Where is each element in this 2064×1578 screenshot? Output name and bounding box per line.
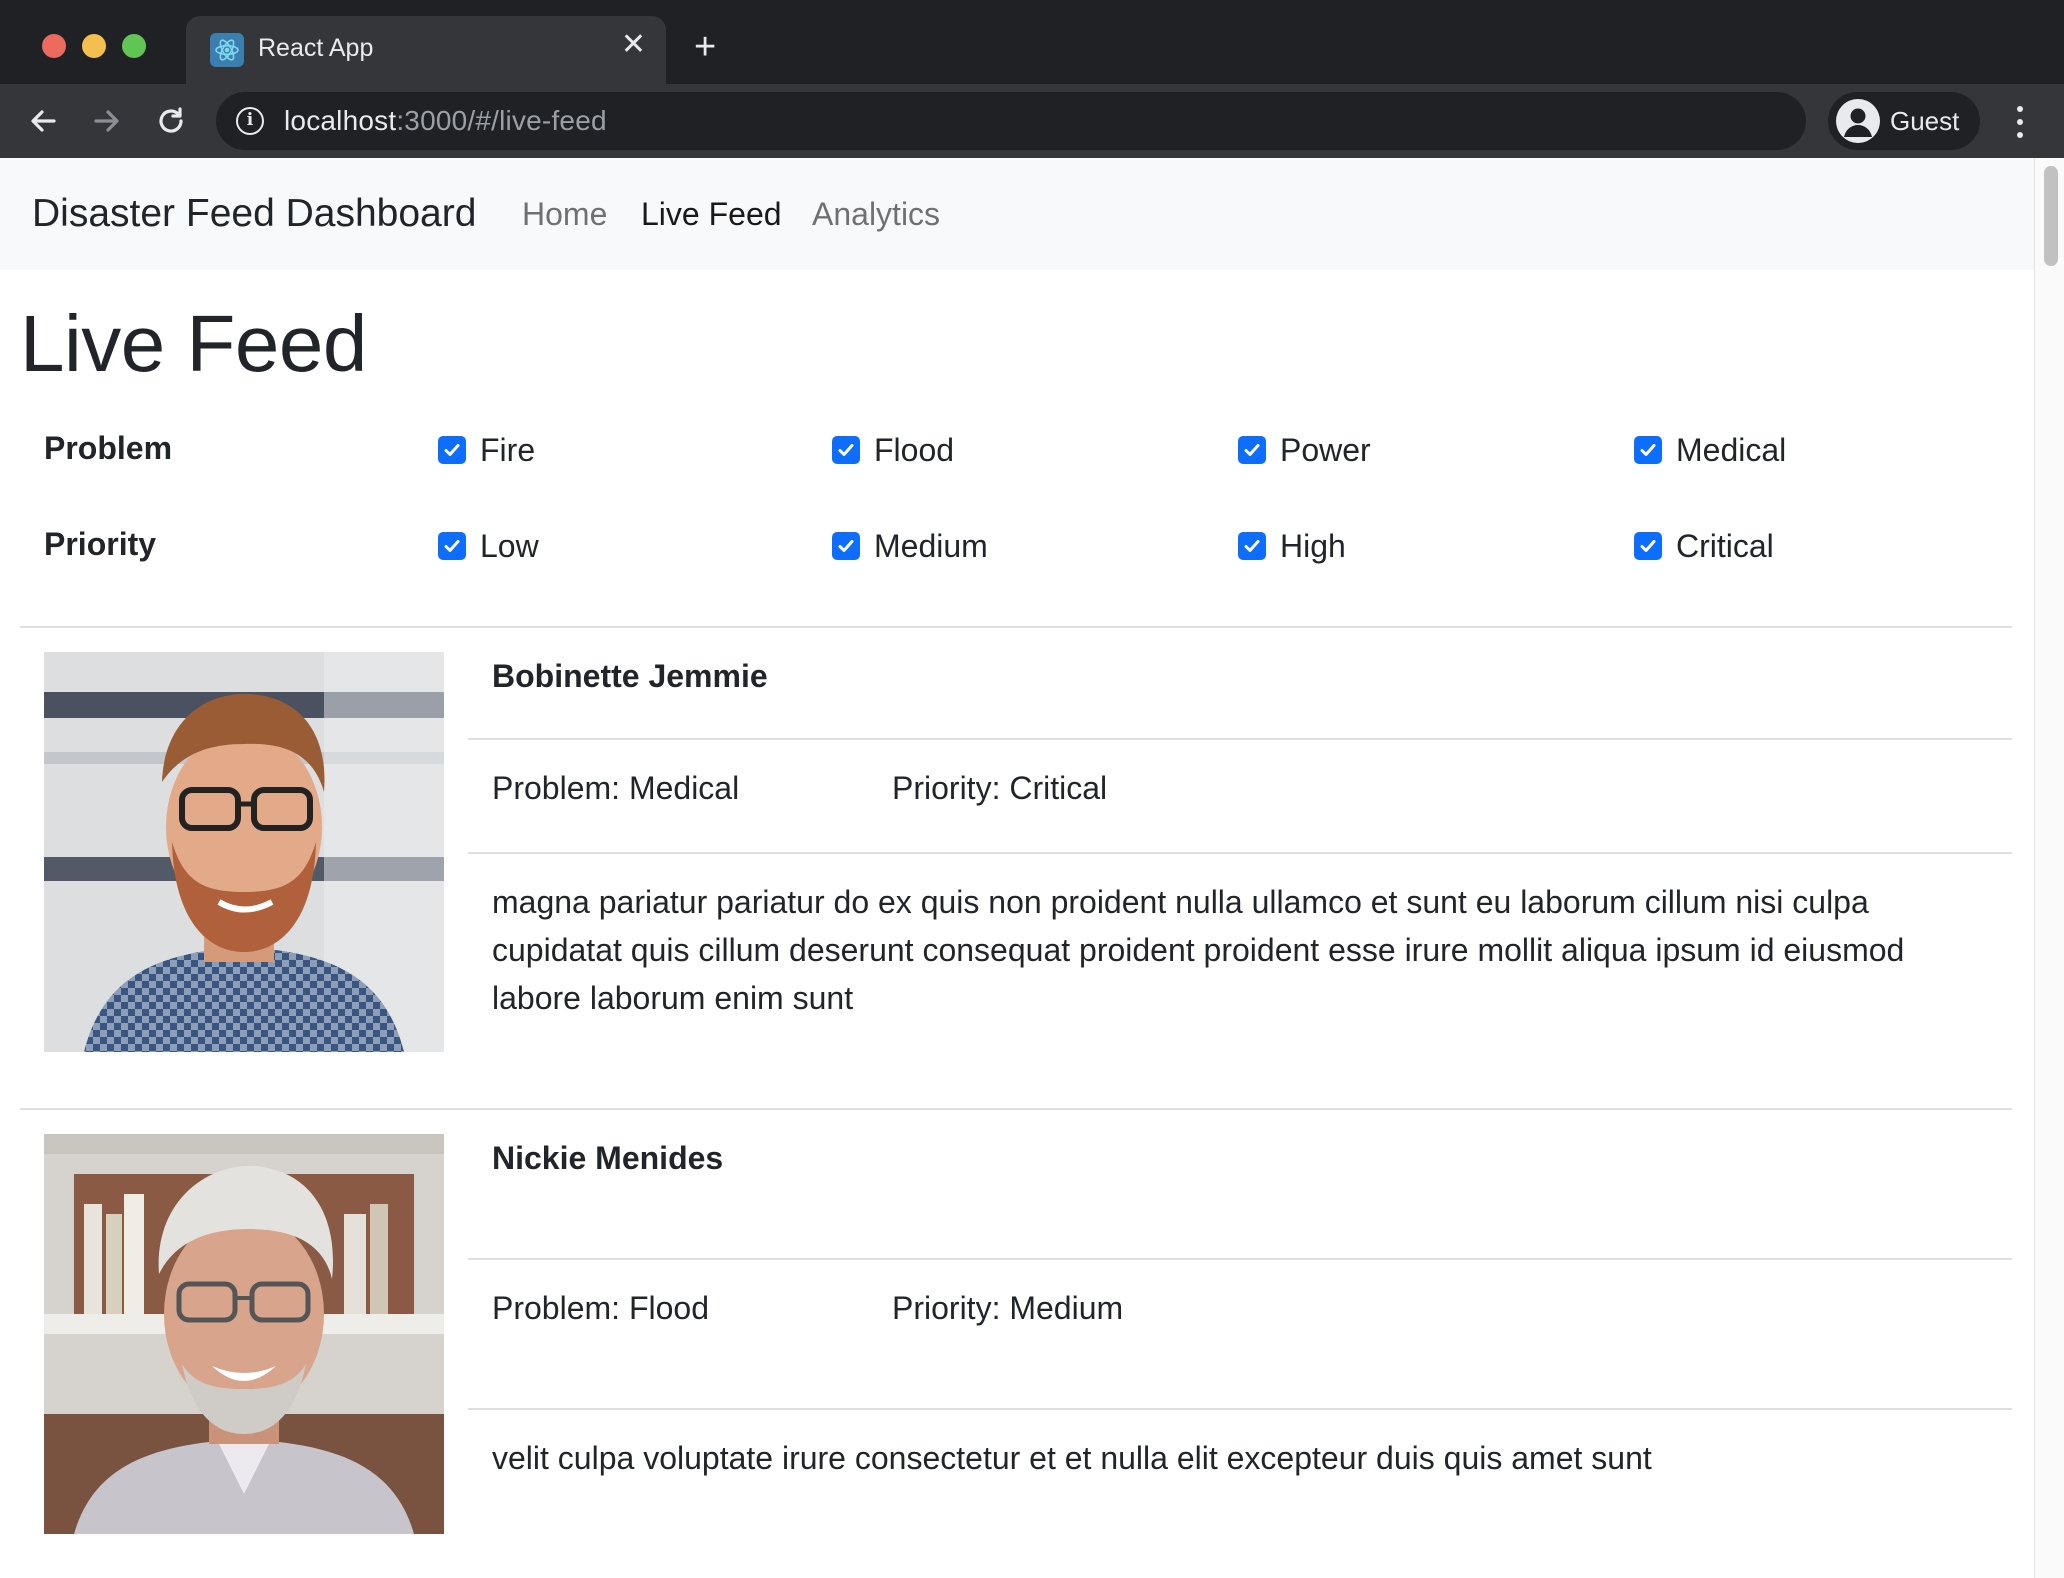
filter-option-label: Low	[480, 527, 539, 564]
filter-critical[interactable]: Critical	[1634, 526, 1774, 566]
browser-tab[interactable]: React App ✕	[186, 16, 666, 84]
scrollbar-thumb[interactable]	[2044, 166, 2058, 266]
filter-flood[interactable]: Flood	[832, 430, 954, 470]
browser-chrome: React App ✕ + i localhost:3000/#/live-fe…	[0, 0, 2064, 158]
filter-low[interactable]: Low	[438, 526, 539, 566]
divider	[20, 1108, 2012, 1110]
filter-option-label: High	[1280, 527, 1346, 564]
filter-option-label: Flood	[874, 431, 955, 468]
filter-fire[interactable]: Fire	[438, 430, 535, 470]
checkbox-checked-icon[interactable]	[1238, 532, 1266, 560]
report-description: velit culpa voluptate irure consectetur …	[492, 1440, 1652, 1476]
page-scrollbar[interactable]	[2034, 158, 2064, 1578]
problem-filter-label: Problem	[44, 430, 173, 466]
divider	[468, 738, 2012, 740]
reload-icon[interactable]	[150, 100, 192, 142]
filter-power[interactable]: Power	[1238, 430, 1371, 470]
nav-link-live-feed[interactable]: Live Feed	[641, 196, 782, 233]
filter-option-label: Critical	[1676, 527, 1774, 564]
checkbox-checked-icon[interactable]	[832, 532, 860, 560]
close-tab-icon[interactable]: ✕	[621, 30, 646, 60]
checkbox-checked-icon[interactable]	[438, 532, 466, 560]
divider	[468, 1258, 2012, 1260]
tab-title: React App	[258, 34, 374, 62]
checkbox-checked-icon[interactable]	[1238, 436, 1266, 464]
filter-option-label: Fire	[480, 431, 536, 468]
profile-photo	[44, 1134, 444, 1534]
priority-value: Priority: Medium	[892, 1290, 1124, 1326]
divider	[20, 626, 2012, 628]
page-title: Live Feed	[20, 299, 367, 388]
priority-value: Priority: Critical	[892, 770, 1108, 806]
filter-high[interactable]: High	[1238, 526, 1346, 566]
maximize-window-button[interactable]	[122, 34, 146, 58]
tab-strip: React App ✕ +	[0, 0, 2064, 84]
browser-toolbar: i localhost:3000/#/live-feed Guest	[0, 84, 2064, 158]
reporter-name: Bobinette Jemmie	[492, 658, 768, 694]
filter-option-label: Medical	[1676, 431, 1787, 468]
profile-photo	[44, 652, 444, 1052]
minimize-window-button[interactable]	[82, 34, 106, 58]
forward-arrow-icon[interactable]	[86, 100, 128, 142]
back-arrow-icon[interactable]	[22, 100, 64, 142]
navbar: Disaster Feed Dashboard Home Live Feed A…	[0, 158, 2034, 270]
nav-link-analytics[interactable]: Analytics	[812, 196, 940, 233]
profile-button[interactable]: Guest	[1828, 92, 1980, 150]
address-bar[interactable]: i localhost:3000/#/live-feed	[216, 92, 1806, 150]
page-viewport: Disaster Feed Dashboard Home Live Feed A…	[0, 158, 2064, 1578]
profile-label: Guest	[1890, 106, 1960, 136]
filter-option-label: Power	[1280, 431, 1371, 468]
checkbox-checked-icon[interactable]	[832, 436, 860, 464]
close-window-button[interactable]	[42, 34, 66, 58]
avatar-icon	[1836, 99, 1880, 143]
kebab-menu-icon[interactable]	[2010, 102, 2030, 142]
navbar-brand[interactable]: Disaster Feed Dashboard	[32, 192, 476, 236]
report-description: magna pariatur pariatur do ex quis non p…	[492, 884, 1905, 1016]
checkbox-checked-icon[interactable]	[1634, 532, 1662, 560]
divider	[468, 1408, 2012, 1410]
problem-value: Problem: Medical	[492, 770, 740, 806]
problem-value: Problem: Flood	[492, 1290, 709, 1326]
checkbox-checked-icon[interactable]	[438, 436, 466, 464]
new-tab-button[interactable]: +	[694, 28, 716, 66]
url-text: localhost:3000/#/live-feed	[284, 105, 607, 136]
filter-medium[interactable]: Medium	[832, 526, 988, 566]
reporter-name: Nickie Menides	[492, 1140, 724, 1176]
nav-link-home[interactable]: Home	[522, 196, 607, 233]
checkbox-checked-icon[interactable]	[1634, 436, 1662, 464]
priority-filter-label: Priority	[44, 526, 157, 562]
filter-medical[interactable]: Medical	[1634, 430, 1786, 470]
filter-option-label: Medium	[874, 527, 988, 564]
react-favicon-icon	[210, 33, 244, 67]
divider	[468, 852, 2012, 854]
info-icon[interactable]: i	[236, 107, 264, 135]
